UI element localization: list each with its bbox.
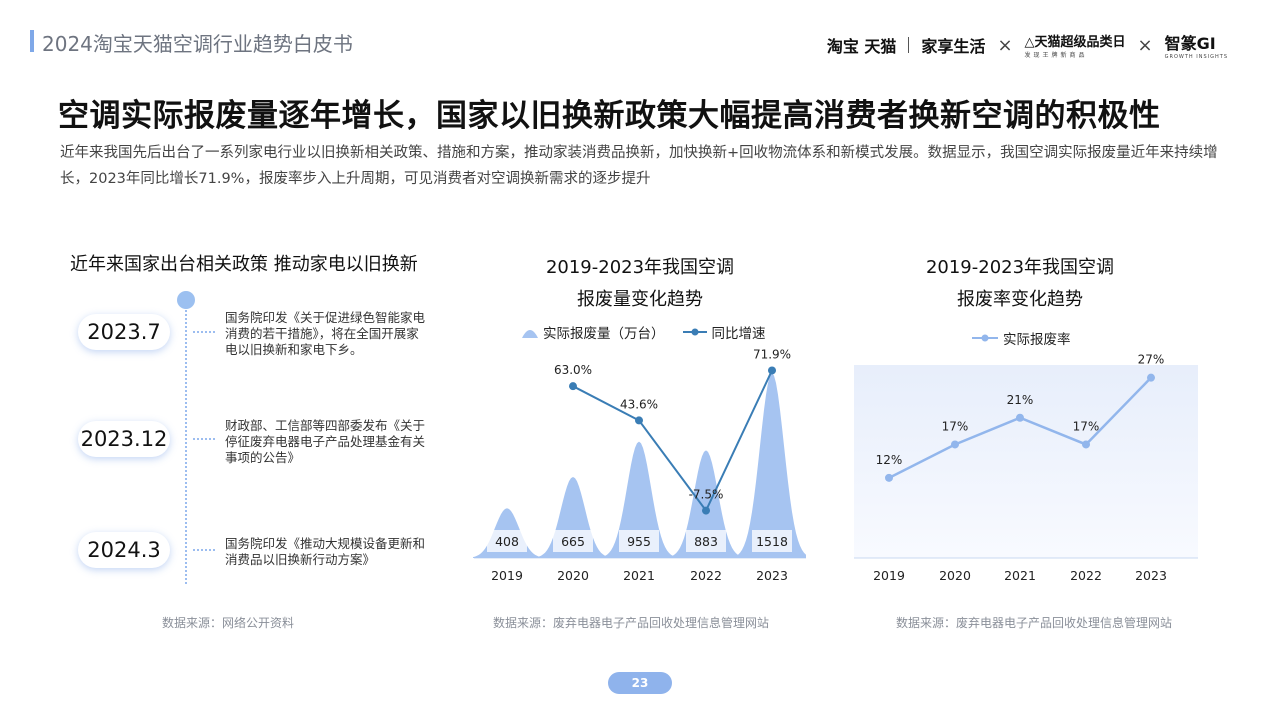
legend-growth: 同比增速 bbox=[682, 322, 766, 342]
x-tick-label: 2022 bbox=[1070, 568, 1102, 583]
growth-point bbox=[569, 382, 577, 391]
growth-insights-text: 智篆GI bbox=[1164, 34, 1216, 53]
rate-data-label: 17% bbox=[1073, 419, 1100, 433]
growth-point bbox=[635, 416, 643, 425]
x-tick-label: 2022 bbox=[690, 568, 722, 583]
x-tick-label: 2020 bbox=[557, 568, 589, 583]
growth-insights-logo: 智篆GI GROWTH INSIGHTS bbox=[1165, 30, 1228, 60]
taobao-tmall-logo: 淘宝 天猫 bbox=[826, 37, 897, 56]
legend-volume-label: 实际报废量（万台） bbox=[543, 326, 665, 342]
rate-data-label: 17% bbox=[942, 419, 969, 433]
timeline-title: 近年来国家出台相关政策 推动家电以旧换新 bbox=[70, 254, 418, 275]
timeline-event-text: 国务院印发《推动大规模设备更新和消费品以旧换新行动方案》 bbox=[225, 536, 426, 567]
x-tick-label: 2021 bbox=[623, 568, 655, 583]
rate-point bbox=[1016, 413, 1024, 422]
x-tick-label: 2019 bbox=[491, 568, 523, 583]
x-tick-label: 2021 bbox=[1004, 568, 1036, 583]
brand-logos: 淘宝 天猫 家享生活 × △天猫超级品类日 发现王牌新商品 × 智篆GI GRO… bbox=[827, 30, 1228, 60]
volume-data-label: 1518 bbox=[756, 534, 788, 549]
x-tick-label: 2023 bbox=[756, 568, 788, 583]
volume-data-label: 955 bbox=[627, 534, 651, 549]
growth-data-label: 43.6% bbox=[620, 397, 658, 411]
page-title: 空调实际报废量逐年增长，国家以旧换新政策大幅提高消费者换新空调的积极性 bbox=[58, 98, 1161, 134]
growth-data-label: 71.9% bbox=[753, 347, 791, 361]
report-title: 2024淘宝天猫空调行业趋势白皮书 bbox=[42, 32, 353, 56]
chart1-plot: 408 665 955 883 1518 63.0% 43.6% -7.5% 71.9% 2019… bbox=[473, 347, 806, 583]
growth-data-label: 63.0% bbox=[554, 363, 592, 377]
chart1-title-line1: 2019-2023年我国空调 bbox=[545, 257, 735, 278]
x-tick-label: 2023 bbox=[1135, 568, 1167, 583]
brand-divider bbox=[908, 37, 910, 53]
rate-point bbox=[885, 473, 893, 482]
line-marker-icon bbox=[682, 328, 707, 336]
timeline-date: 2023.7 bbox=[78, 314, 170, 350]
cross-icon: × bbox=[997, 34, 1013, 56]
growth-line bbox=[572, 370, 773, 513]
peak-icon bbox=[522, 330, 538, 338]
timeline-axis bbox=[185, 302, 187, 584]
x-tick-label: 2020 bbox=[939, 568, 971, 583]
super-category-day-logo: △天猫超级品类日 发现王牌新商品 bbox=[1025, 31, 1126, 59]
chart2-title-line2: 报废率变化趋势 bbox=[957, 289, 1083, 310]
growth-point bbox=[768, 366, 776, 375]
timeline-start-dot bbox=[177, 291, 195, 309]
timeline-source: 数据来源：网络公开资料 bbox=[162, 616, 295, 630]
super-category-day-subtext: 发现王牌新商品 bbox=[1024, 52, 1088, 59]
x-tick-label: 2019 bbox=[873, 568, 905, 583]
cross-icon: × bbox=[1137, 34, 1153, 56]
timeline-connector bbox=[193, 438, 215, 440]
header-accent-bar bbox=[30, 30, 34, 52]
timeline-event-text: 财政部、工信部等四部委发布《关于停征废弃电器电子产品处理基金有关事项的公告》 bbox=[225, 418, 426, 465]
chart2-plot: 12% 17% 21% 17% 27% 2019 2020 2021 2022 2023 bbox=[854, 353, 1198, 583]
timeline-connector bbox=[193, 331, 215, 333]
chart1-title: 2019-2023年我国空调 报废量变化趋势 bbox=[490, 252, 790, 316]
chart1-source: 数据来源：废弃电器电子产品回收处理信息管理网站 bbox=[493, 616, 770, 630]
rate-data-label: 27% bbox=[1138, 353, 1165, 367]
chart1-legend: 实际报废量（万台） 同比增速 bbox=[522, 322, 766, 342]
rate-data-label: 12% bbox=[876, 453, 903, 467]
timeline-date: 2024.3 bbox=[78, 532, 170, 568]
timeline-connector bbox=[193, 549, 215, 551]
legend-volume: 实际报废量（万台） bbox=[522, 322, 665, 342]
timeline-event-text: 国务院印发《关于促进绿色智能家电消费的若干措施》，将在全国开展家电以旧换新和家电… bbox=[225, 310, 426, 357]
line-marker-icon bbox=[972, 334, 998, 342]
volume-data-label: 883 bbox=[694, 534, 718, 549]
rate-point bbox=[1082, 440, 1090, 449]
super-category-day-text: △天猫超级品类日 bbox=[1024, 35, 1126, 50]
volume-data-label: 408 bbox=[495, 534, 519, 549]
chart2-source: 数据来源：废弃电器电子产品回收处理信息管理网站 bbox=[896, 616, 1173, 630]
page-description: 近年来我国先后出台了一系列家电行业以旧换新相关政策、措施和方案，推动家装消费品换… bbox=[60, 145, 1218, 187]
rate-point bbox=[951, 440, 959, 449]
legend-growth-label: 同比增速 bbox=[711, 326, 766, 342]
growth-insights-subtext: GROWTH INSIGHTS bbox=[1164, 54, 1228, 60]
rate-point bbox=[1147, 373, 1155, 382]
chart2-title: 2019-2023年我国空调 报废率变化趋势 bbox=[870, 252, 1170, 316]
volume-data-label: 665 bbox=[561, 534, 585, 549]
chart1-title-line2: 报废量变化趋势 bbox=[577, 289, 703, 310]
timeline-date: 2023.12 bbox=[78, 421, 170, 457]
chart2-title-line1: 2019-2023年我国空调 bbox=[925, 257, 1115, 278]
rate-data-label: 21% bbox=[1007, 393, 1034, 407]
page-number: 23 bbox=[608, 672, 672, 694]
growth-data-label: -7.5% bbox=[689, 488, 724, 502]
home-life-logo: 家享生活 bbox=[921, 37, 986, 56]
growth-point bbox=[702, 506, 710, 515]
